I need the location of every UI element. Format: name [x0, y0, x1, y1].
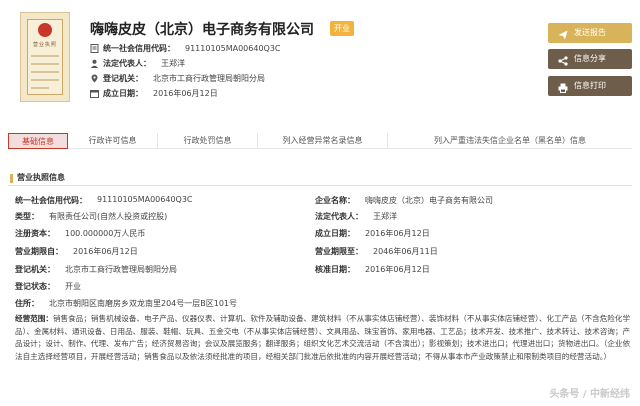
- authority-value: 北京市工商行政管理局朝阳分局: [153, 74, 265, 83]
- detail-legal-rep: 法定代表人： 王郑洋: [315, 211, 397, 222]
- share-info-button[interactable]: 信息分享: [548, 49, 632, 69]
- license-line: [31, 79, 59, 81]
- detail-label: 类型：: [15, 212, 39, 221]
- legal-rep-value: 王郑洋: [161, 59, 185, 68]
- detail-value: 销售食品；销售机械设备、电子产品、仪器仪表、计算机、软件及辅助设备、建筑材料（不…: [15, 314, 631, 361]
- share-icon: [558, 54, 568, 66]
- header-authority: 登记机关： 北京市工商行政管理局朝阳分局: [90, 73, 265, 84]
- detail-label: 营业期限自：: [15, 247, 63, 256]
- detail-established: 成立日期： 2016年06月12日: [315, 228, 430, 239]
- detail-value: 2046年06月11日: [373, 247, 438, 256]
- legal-rep-label: 法定代表人：: [103, 59, 151, 68]
- detail-value: 嗨嗨皮皮（北京）电子商务有限公司: [365, 196, 493, 205]
- established-value: 2016年06月12日: [153, 89, 218, 98]
- section-title: 营业执照信息: [8, 172, 632, 186]
- send-report-button[interactable]: 发送报告: [548, 23, 632, 43]
- share-info-label: 信息分享: [574, 54, 606, 63]
- detail-authority: 登记机关： 北京市工商行政管理局朝阳分局: [15, 264, 177, 275]
- detail-label: 登记机关：: [15, 265, 55, 274]
- person-icon: [90, 59, 99, 68]
- detail-value: 2016年06月12日: [365, 265, 430, 274]
- detail-value: 北京市朝阳区南磨房乡双龙南里204号一层B区101号: [49, 299, 238, 308]
- detail-label: 企业名称：: [315, 196, 355, 205]
- detail-label: 住所：: [15, 299, 39, 308]
- detail-label: 成立日期：: [315, 229, 355, 238]
- license-thumb-title: 营业执照: [32, 42, 57, 48]
- header-legal-rep: 法定代表人： 王郑洋: [90, 58, 185, 69]
- credit-code-value: 91110105MA00640Q3C: [185, 44, 281, 53]
- print-icon: [558, 81, 568, 93]
- detail-label: 经营范围：: [15, 314, 53, 323]
- company-name: 嗨嗨皮皮（北京）电子商务有限公司: [90, 22, 314, 38]
- established-label: 成立日期：: [103, 89, 143, 98]
- send-icon: [558, 28, 568, 40]
- detail-value: 91110105MA00640Q3C: [97, 195, 193, 204]
- detail-label: 统一社会信用代码：: [15, 196, 87, 205]
- detail-business-scope: 经营范围：销售食品；销售机械设备、电子产品、仪器仪表、计算机、软件及辅助设备、建…: [15, 313, 635, 363]
- tab-admin-license[interactable]: 行政许可信息: [68, 133, 158, 149]
- tab-blacklist[interactable]: 列入严重违法失信企业名单（黑名单）信息: [388, 133, 632, 149]
- detail-value: 2016年06月12日: [365, 229, 430, 238]
- header-established: 成立日期： 2016年06月12日: [90, 88, 218, 99]
- detail-credit-code: 统一社会信用代码： 91110105MA00640Q3C: [15, 195, 193, 206]
- tab-basic-info[interactable]: 基础信息: [8, 133, 68, 149]
- license-line: [31, 87, 49, 89]
- detail-value: 2016年06月12日: [73, 247, 138, 256]
- print-info-label: 信息打印: [574, 81, 606, 90]
- header-credit-code: 统一社会信用代码： 91110105MA00640Q3C: [90, 43, 281, 54]
- detail-term-start: 营业期限自： 2016年06月12日: [15, 246, 138, 257]
- send-report-label: 发送报告: [574, 28, 606, 37]
- business-license-thumbnail[interactable]: 营业执照: [20, 12, 70, 102]
- license-line: [31, 55, 59, 57]
- national-emblem-icon: [38, 23, 52, 37]
- license-line: [31, 63, 59, 65]
- detail-value: 有限责任公司(自然人投资或控股): [49, 212, 168, 221]
- info-tabs: 基础信息 行政许可信息 行政处罚信息 列入经营异常名录信息 列入严重违法失信企业…: [8, 133, 632, 149]
- watermark: 头条号 / 中新经纬: [549, 389, 630, 400]
- detail-value: 开业: [65, 282, 81, 291]
- calendar-icon: [90, 89, 99, 98]
- location-pin-icon: [90, 74, 99, 83]
- license-line: [31, 71, 59, 73]
- credit-code-label: 统一社会信用代码：: [103, 44, 175, 53]
- tab-admin-penalty[interactable]: 行政处罚信息: [158, 133, 258, 149]
- detail-value: 北京市工商行政管理局朝阳分局: [65, 265, 177, 274]
- detail-label: 注册资本：: [15, 229, 55, 238]
- detail-value: 王郑洋: [373, 212, 397, 221]
- detail-label: 营业期限至：: [315, 247, 363, 256]
- detail-value: 100.000000万人民币: [65, 229, 146, 238]
- detail-approval-date: 核准日期： 2016年06月12日: [315, 264, 430, 275]
- status-badge: 开业: [330, 21, 354, 36]
- detail-status: 登记状态： 开业: [15, 281, 81, 292]
- detail-capital: 注册资本： 100.000000万人民币: [15, 228, 145, 239]
- document-icon: [90, 44, 99, 53]
- authority-label: 登记机关：: [103, 74, 143, 83]
- tab-abnormal-operation[interactable]: 列入经营异常名录信息: [258, 133, 388, 149]
- detail-address: 住所： 北京市朝阳区南磨房乡双龙南里204号一层B区101号: [15, 298, 237, 309]
- detail-type: 类型： 有限责任公司(自然人投资或控股): [15, 211, 167, 222]
- detail-company-name: 企业名称： 嗨嗨皮皮（北京）电子商务有限公司: [315, 195, 493, 206]
- print-info-button[interactable]: 信息打印: [548, 76, 632, 96]
- detail-label: 法定代表人：: [315, 212, 363, 221]
- detail-label: 核准日期：: [315, 265, 355, 274]
- detail-label: 登记状态：: [15, 282, 55, 291]
- detail-term-end: 营业期限至： 2046年06月11日: [315, 246, 438, 257]
